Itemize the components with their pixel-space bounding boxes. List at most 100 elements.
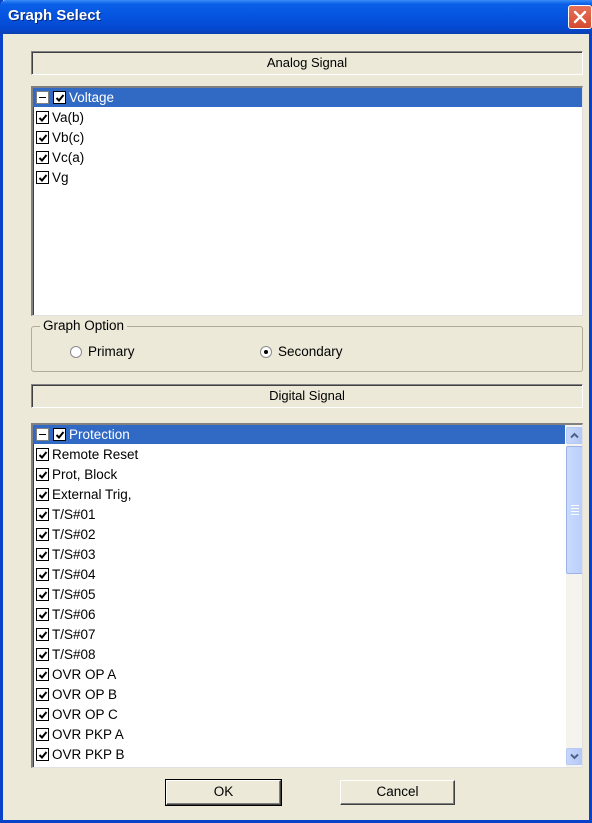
checkmark-icon [38, 590, 48, 599]
item-checkbox[interactable] [36, 130, 49, 144]
tree-item-label: Remote Reset [52, 446, 139, 462]
tree-item-label: T/S#07 [52, 626, 96, 642]
item-checkbox[interactable] [36, 507, 49, 521]
radio-label: Primary [88, 344, 135, 359]
minus-box-icon[interactable] [36, 91, 49, 104]
item-checkbox[interactable] [36, 567, 49, 581]
tree-item[interactable]: T/S#01 [33, 504, 565, 524]
checkmark-icon [38, 530, 48, 539]
tree-item[interactable]: Va(b) [33, 107, 582, 127]
tree-item-label: OVR PKP A [52, 726, 124, 742]
tree-item[interactable]: OVR OP A [33, 664, 565, 684]
tree-item[interactable]: Vb(c) [33, 127, 582, 147]
item-checkbox[interactable] [36, 627, 49, 641]
tree-item[interactable]: T/S#07 [33, 624, 565, 644]
ok-button[interactable]: OK [165, 779, 282, 806]
item-checkbox[interactable] [36, 587, 49, 601]
tree-item[interactable]: Vc(a) [33, 147, 582, 167]
tree-item[interactable]: OVR PKP B [33, 744, 565, 764]
scroll-thumb[interactable] [566, 446, 582, 574]
tree-item[interactable]: OVR OP B [33, 684, 565, 704]
radio-label: Secondary [278, 344, 343, 359]
tree-item[interactable]: T/S#06 [33, 604, 565, 624]
root-checkbox[interactable] [53, 428, 66, 441]
tree-item-label: Protection [69, 427, 130, 442]
checkmark-icon [38, 750, 48, 759]
item-checkbox[interactable] [36, 647, 49, 661]
item-checkbox[interactable] [36, 110, 49, 124]
item-checkbox[interactable] [36, 727, 49, 741]
tree-item-label: T/S#01 [52, 506, 96, 522]
checkmark-icon [38, 133, 48, 142]
tree-item-label: Va(b) [52, 109, 85, 125]
tree-item[interactable]: T/S#05 [33, 584, 565, 604]
graph-select-dialog: Graph Select Analog Signal Voltage Va(b)… [0, 0, 592, 823]
item-checkbox[interactable] [36, 150, 49, 164]
checkmark-icon [38, 710, 48, 719]
item-checkbox[interactable] [36, 747, 49, 761]
root-checkbox[interactable] [53, 91, 66, 104]
item-checkbox[interactable] [36, 607, 49, 621]
checkmark-icon [38, 730, 48, 739]
tree-root-protection[interactable]: Protection [33, 425, 565, 444]
item-checkbox[interactable] [36, 687, 49, 701]
tree-item[interactable]: T/S#02 [33, 524, 565, 544]
tree-item-label: External Trig, [52, 486, 132, 502]
checkmark-icon [38, 510, 48, 519]
item-checkbox[interactable] [36, 447, 49, 461]
tree-item-label: T/S#05 [52, 586, 96, 602]
tree-item[interactable]: T/S#08 [33, 644, 565, 664]
cancel-button[interactable]: Cancel [340, 780, 455, 805]
radio-secondary[interactable]: Secondary [260, 344, 343, 359]
tree-item-label: OVR OP C [52, 706, 118, 722]
checkmark-icon [38, 570, 48, 579]
radio-indicator[interactable] [70, 345, 82, 358]
scroll-up-button[interactable] [566, 427, 582, 444]
checkmark-icon [55, 94, 65, 102]
tree-item[interactable]: External Trig, [33, 484, 565, 504]
item-checkbox[interactable] [36, 467, 49, 481]
radio-primary[interactable]: Primary [70, 344, 135, 359]
vertical-scrollbar[interactable] [565, 425, 582, 767]
tree-item-label: T/S#02 [52, 526, 96, 542]
checkmark-icon [38, 450, 48, 459]
chevron-down-icon [570, 753, 579, 760]
tree-item[interactable]: OVR OP C [33, 704, 565, 724]
radio-indicator[interactable] [260, 345, 272, 358]
graph-option-legend: Graph Option [40, 318, 128, 333]
checkmark-icon [38, 470, 48, 479]
title-bar[interactable]: Graph Select [0, 0, 592, 34]
graph-option-group: Graph Option Primary Secondary [31, 318, 583, 372]
analog-signal-tree[interactable]: Voltage Va(b) Vb(c) Vc(a) Vg [31, 86, 583, 316]
tree-item-label: Prot, Block [52, 466, 118, 482]
item-checkbox[interactable] [36, 527, 49, 541]
tree-item[interactable]: T/S#04 [33, 564, 565, 584]
tree-item-label: Vb(c) [52, 129, 85, 145]
checkmark-icon [38, 670, 48, 679]
tree-item-label: Vg [52, 169, 69, 185]
digital-signal-tree[interactable]: Protection Remote Reset Prot, Block Extern… [31, 423, 583, 768]
item-checkbox[interactable] [36, 547, 49, 561]
checkmark-icon [38, 690, 48, 699]
tree-item-label: T/S#06 [52, 606, 96, 622]
tree-root-voltage[interactable]: Voltage [33, 88, 582, 107]
tree-item[interactable]: Vg [33, 167, 582, 187]
window-title: Graph Select [8, 7, 101, 24]
tree-item[interactable]: OVR PKP A [33, 724, 565, 744]
item-checkbox[interactable] [36, 487, 49, 501]
item-checkbox[interactable] [36, 707, 49, 721]
item-checkbox[interactable] [36, 667, 49, 681]
checkmark-icon [38, 173, 48, 182]
checkmark-icon [38, 490, 48, 499]
checkmark-icon [38, 630, 48, 639]
scroll-down-button[interactable] [566, 748, 582, 765]
chevron-up-icon [570, 432, 579, 439]
tree-item-label: T/S#08 [52, 646, 96, 662]
minus-box-icon[interactable] [36, 428, 49, 441]
tree-item-label: OVR OP B [52, 686, 118, 702]
tree-item[interactable]: Remote Reset [33, 444, 565, 464]
item-checkbox[interactable] [36, 170, 49, 184]
tree-item[interactable]: Prot, Block [33, 464, 565, 484]
close-button[interactable] [568, 5, 592, 29]
tree-item[interactable]: T/S#03 [33, 544, 565, 564]
